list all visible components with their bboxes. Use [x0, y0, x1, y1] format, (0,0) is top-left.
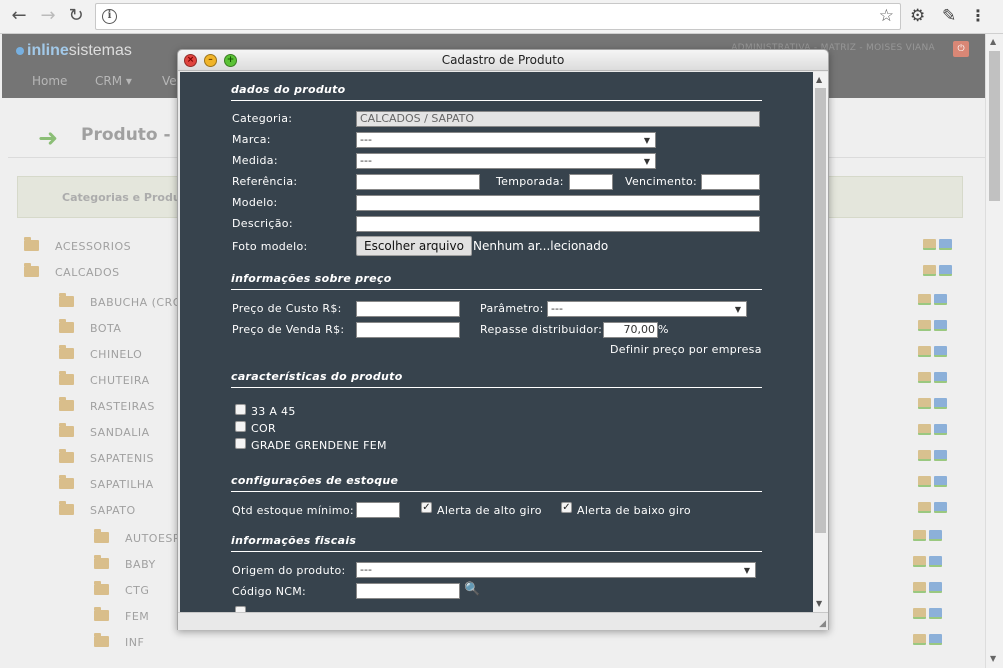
- origem-select[interactable]: ---: [356, 562, 756, 578]
- referencia-input[interactable]: [356, 174, 480, 190]
- check-label: COR: [251, 422, 276, 435]
- menu-icon[interactable]: ⋮: [970, 6, 986, 25]
- label-origem: Origem do produto:: [232, 564, 346, 577]
- page-scrollbar[interactable]: ▲ ▼: [985, 34, 1003, 668]
- choose-file-button[interactable]: Escolher arquivo: [356, 236, 472, 256]
- medida-select[interactable]: ---: [356, 153, 656, 169]
- label-categoria: Categoria:: [232, 112, 293, 125]
- back-icon[interactable]: ←: [8, 6, 30, 26]
- dialog-scrollbar[interactable]: ▲ ▼: [813, 72, 828, 612]
- label-baixo: Alerta de baixo giro: [577, 504, 691, 517]
- preco-venda-input[interactable]: [356, 322, 460, 338]
- label-vencimento: Vencimento:: [625, 175, 698, 188]
- label-alto: Alerta de alto giro: [437, 504, 542, 517]
- label-custo: Preço de Custo R$:: [232, 302, 342, 315]
- scroll-up-icon[interactable]: ▲: [990, 37, 996, 46]
- definir-preco-link[interactable]: Definir preço por empresa: [610, 343, 762, 356]
- label-ncm: Código NCM:: [232, 585, 307, 598]
- categoria-field: CALCADOS / SAPATO: [356, 111, 760, 127]
- label-marca: Marca:: [232, 133, 271, 146]
- label-referencia: Referência:: [232, 175, 298, 188]
- label-parametro: Parâmetro:: [480, 302, 544, 315]
- marca-select[interactable]: ---: [356, 132, 656, 148]
- descricao-input[interactable]: [356, 216, 760, 232]
- browser-toolbar: ← → ↻ i ☆ ⚙ ✎ ⋮: [0, 0, 1003, 34]
- repasse-input[interactable]: 70,00: [603, 322, 658, 338]
- page-scroll-thumb[interactable]: [989, 51, 1000, 201]
- reload-icon[interactable]: ↻: [65, 6, 87, 26]
- checkbox-cor[interactable]: [235, 421, 246, 432]
- check-label: 33 A 45: [251, 405, 296, 418]
- forward-icon[interactable]: →: [37, 6, 59, 26]
- dialog-content: dados do produto Categoria: CALCADOS / S…: [180, 72, 813, 612]
- temporada-input[interactable]: [569, 174, 613, 190]
- section-caracteristicas: características do produto: [231, 370, 762, 388]
- section-fiscais: informações fiscais: [231, 534, 762, 552]
- dialog-title: Cadastro de Produto: [441, 53, 565, 67]
- product-dialog: × – + Cadastro de Produto dados do produ…: [177, 49, 829, 630]
- settings-icon[interactable]: ⚙: [910, 6, 925, 26]
- label-medida: Medida:: [232, 154, 278, 167]
- label-modelo: Modelo:: [232, 196, 278, 209]
- checkbox-baixo-giro[interactable]: ✓: [561, 502, 572, 513]
- label-repasse: Repasse distribuidor:: [480, 323, 603, 336]
- dialog-footer: ◢: [178, 612, 828, 630]
- file-status: Nenhum ar...lecionado: [473, 239, 609, 253]
- check-label: GRADE GRENDENE FEM: [251, 439, 387, 452]
- checkbox-alto-giro[interactable]: ✓: [421, 502, 432, 513]
- dialog-scroll-thumb[interactable]: [815, 88, 826, 533]
- label-qtd: Qtd estoque mínimo:: [232, 504, 354, 517]
- ncm-search-icon[interactable]: 🔍: [464, 582, 481, 597]
- resize-grip-icon[interactable]: ◢: [819, 619, 826, 629]
- scroll-up-icon[interactable]: ▲: [816, 75, 822, 84]
- section-estoque: configurações de estoque: [231, 474, 762, 492]
- preco-custo-input[interactable]: [356, 301, 460, 317]
- extension-icon[interactable]: ✎: [942, 6, 956, 26]
- section-dados: dados do produto: [231, 83, 762, 101]
- address-bar[interactable]: i ☆: [95, 3, 901, 30]
- label-foto: Foto modelo:: [232, 240, 308, 253]
- label-venda: Preço de Venda R$:: [232, 323, 345, 336]
- checkbox-grade[interactable]: [235, 438, 246, 449]
- label-temporada: Temporada:: [496, 175, 564, 188]
- label-descricao: Descrição:: [232, 217, 293, 230]
- parametro-select[interactable]: ---: [547, 301, 747, 317]
- percent-sign: %: [658, 323, 669, 336]
- dialog-titlebar[interactable]: × – + Cadastro de Produto: [178, 50, 828, 71]
- section-preco: informações sobre preço: [231, 272, 762, 290]
- scroll-down-icon[interactable]: ▼: [990, 654, 996, 663]
- modelo-input[interactable]: [356, 195, 760, 211]
- checkbox-33a45[interactable]: [235, 404, 246, 415]
- vencimento-input[interactable]: [701, 174, 760, 190]
- info-icon[interactable]: i: [102, 9, 117, 24]
- bookmark-star-icon[interactable]: ☆: [879, 6, 894, 26]
- scroll-down-icon[interactable]: ▼: [816, 599, 822, 608]
- qtd-estoque-input[interactable]: [356, 502, 400, 518]
- ncm-input[interactable]: [356, 583, 460, 599]
